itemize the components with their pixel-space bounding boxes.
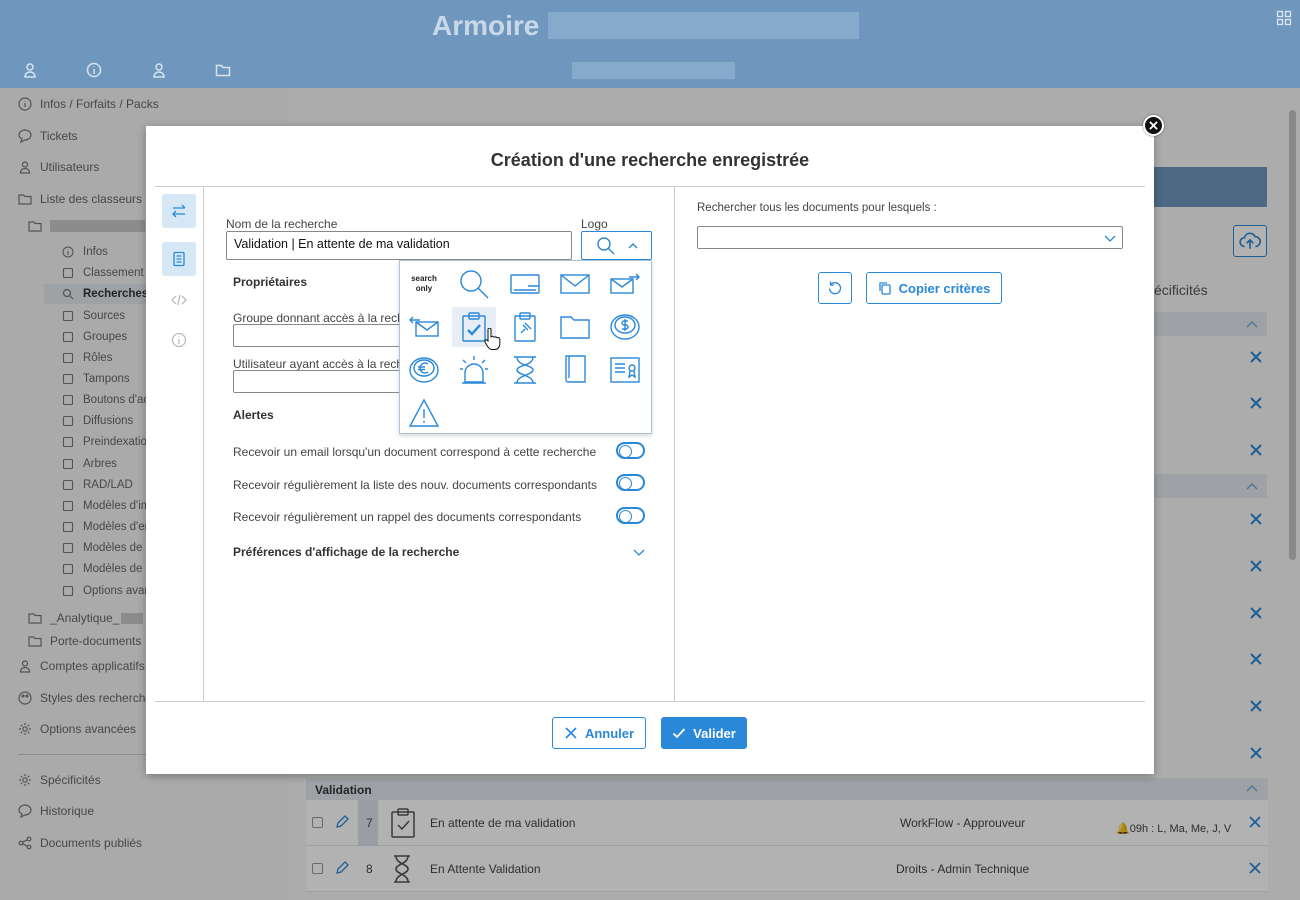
grid-icon[interactable] — [1276, 10, 1292, 26]
picker-option-folder[interactable] — [553, 307, 597, 347]
picker-option-warning[interactable] — [402, 393, 446, 433]
divider — [155, 186, 1145, 187]
picker-option-wallet[interactable] — [503, 264, 547, 304]
redacted-subtitle — [572, 62, 735, 79]
alert-option-new-docs: Recevoir régulièrement la liste des nouv… — [233, 478, 597, 492]
warning-icon — [408, 398, 440, 427]
dollar-coin-icon — [610, 314, 640, 340]
redacted-title — [548, 12, 859, 39]
user-icon[interactable] — [22, 62, 38, 78]
user-access-field[interactable] — [233, 370, 403, 393]
picker-option-envelope-send[interactable] — [603, 264, 647, 304]
envelope-send-icon — [610, 273, 640, 294]
criteria-label: Rechercher tous les documents pour lesqu… — [697, 202, 937, 214]
folder-icon — [560, 316, 590, 339]
tab-swap[interactable] — [162, 194, 196, 228]
tab-code[interactable] — [162, 283, 196, 317]
check-icon — [673, 728, 686, 739]
picker-option-hourglass[interactable] — [503, 350, 547, 390]
info-icon[interactable] — [86, 62, 102, 78]
swap-arrows-icon — [172, 204, 186, 218]
alert-option-email: Recevoir un email lorsqu'un document cor… — [233, 445, 597, 459]
user-access-label: Utilisateur ayant accès à la recherche — [233, 357, 401, 371]
picker-option-envelope-receive[interactable] — [402, 307, 446, 347]
cancel-button[interactable]: Annuler — [552, 717, 646, 749]
picker-option-certificate[interactable] — [603, 350, 647, 390]
copy-icon — [878, 282, 891, 295]
divider — [155, 701, 1145, 702]
picker-option-alarm[interactable] — [452, 350, 496, 390]
alert-new-docs-toggle[interactable] — [616, 474, 645, 491]
chevron-down-icon — [1104, 232, 1116, 242]
tab-info[interactable] — [162, 323, 196, 357]
refresh-icon — [828, 281, 842, 295]
validate-label: Valider — [693, 725, 736, 741]
euro-coin-icon — [409, 357, 439, 383]
search-only-label: search only — [411, 274, 437, 293]
chevron-down-icon[interactable] — [633, 546, 645, 556]
criteria-select[interactable] — [697, 226, 1123, 249]
copy-criteria-label: Copier critères — [898, 280, 991, 296]
copy-criteria-button[interactable]: Copier critères — [866, 272, 1002, 304]
group-access-field[interactable] — [233, 324, 403, 347]
info-icon — [171, 332, 187, 348]
owners-heading: Propriétaires — [233, 275, 308, 289]
search-icon — [460, 270, 489, 299]
alerts-heading: Alertes — [233, 408, 274, 422]
search-name-label: Nom de la recherche — [226, 217, 338, 231]
logo-select-button[interactable] — [581, 231, 652, 260]
close-modal-button[interactable] — [1143, 115, 1164, 136]
pointer-cursor — [483, 327, 501, 350]
clipboard-pin-icon — [514, 312, 536, 342]
envelope-icon — [560, 274, 590, 294]
search-icon — [597, 236, 615, 254]
group-access-label: Groupe donnant accès à la recherche — [233, 311, 401, 325]
alarm-icon — [460, 356, 488, 384]
display-prefs-heading[interactable]: Préférences d'affichage de la recherche — [233, 545, 459, 559]
tab-document[interactable] — [162, 242, 196, 276]
vertical-tabs — [155, 187, 204, 701]
book-icon — [565, 355, 586, 383]
picker-option-book[interactable] — [553, 350, 597, 390]
close-icon — [565, 727, 577, 739]
alert-reminder-toggle[interactable] — [616, 507, 645, 524]
app-header: Armoire — [0, 0, 1300, 88]
envelope-receive-icon — [409, 316, 439, 337]
alert-email-toggle[interactable] — [616, 442, 645, 459]
cancel-label: Annuler — [584, 725, 635, 741]
picker-option-euro-coin[interactable] — [402, 350, 446, 390]
folder-icon[interactable] — [215, 62, 231, 78]
logo-label: Logo — [581, 217, 608, 231]
wallet-icon — [510, 274, 540, 294]
column-divider — [674, 187, 675, 701]
code-icon — [171, 294, 187, 306]
validate-button[interactable]: Valider — [661, 717, 747, 749]
chevron-up-icon — [628, 242, 638, 248]
logo-picker: search only — [399, 260, 652, 434]
certificate-icon — [610, 357, 640, 383]
close-icon — [1149, 121, 1158, 130]
picker-option-dollar-coin[interactable] — [603, 307, 647, 347]
user-icon[interactable] — [151, 62, 167, 78]
app-title: Armoire — [432, 10, 540, 41]
picker-option-envelope[interactable] — [553, 264, 597, 304]
alert-option-reminder: Recevoir régulièrement un rappel des doc… — [233, 510, 582, 524]
search-name-input[interactable]: Validation | En attente de ma validation — [226, 231, 572, 260]
reset-button[interactable] — [818, 272, 852, 304]
picker-option-search[interactable] — [452, 264, 496, 304]
hourglass-icon — [514, 356, 536, 384]
create-search-modal: Création d'une recherche enregistrée Nom… — [146, 126, 1154, 774]
picker-option-search-only[interactable]: search only — [402, 264, 446, 304]
picker-option-clipboard-pin[interactable] — [503, 307, 547, 347]
document-icon — [173, 251, 185, 267]
modal-title: Création d'une recherche enregistrée — [490, 150, 810, 170]
